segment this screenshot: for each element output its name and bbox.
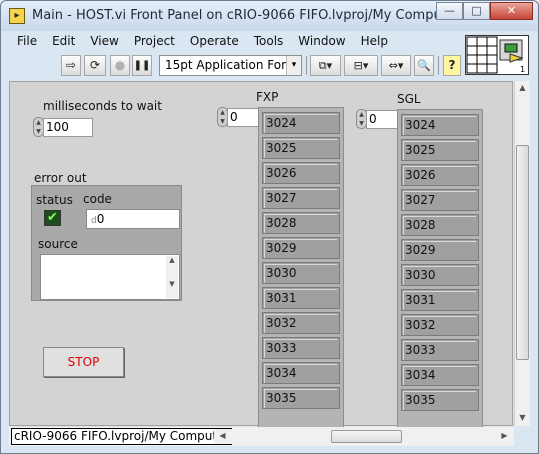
run-continuously-icon[interactable]: ⟳ xyxy=(84,55,106,76)
array-element: 3028 xyxy=(401,214,479,236)
array-element: 3032 xyxy=(262,312,340,334)
sgl-array-label: SGL xyxy=(397,92,421,106)
horizontal-scroll-thumb[interactable] xyxy=(331,430,402,443)
source-scrollbar[interactable]: ▲ ▼ xyxy=(166,256,178,298)
text-settings-label: 15pt Application Font xyxy=(165,58,294,72)
vertical-scrollbar[interactable]: ▲ ▼ xyxy=(514,81,530,426)
title-bar[interactable]: ▸ Main - HOST.vi Front Panel on cRIO-906… xyxy=(1,1,538,31)
code-label: code xyxy=(83,192,112,206)
scroll-right-icon[interactable]: ▶ xyxy=(497,431,512,440)
menu-window[interactable]: Window xyxy=(290,32,352,52)
array-element: 3026 xyxy=(262,162,340,184)
source-label: source xyxy=(38,237,78,251)
array-element: 3033 xyxy=(262,337,340,359)
array-element: 3027 xyxy=(401,189,479,211)
array-element: 3030 xyxy=(262,262,340,284)
horizontal-scrollbar[interactable]: ◀ ▶ xyxy=(214,429,514,444)
align-objects-icon[interactable]: ⧉▾ xyxy=(310,55,341,76)
menu-operate[interactable]: Operate xyxy=(182,32,246,52)
array-element: 3029 xyxy=(262,237,340,259)
fxp-array: 3024 3025 3026 3027 3028 3029 3030 3031 … xyxy=(258,107,344,437)
array-element: 3035 xyxy=(262,387,340,409)
milliseconds-value[interactable]: 100 xyxy=(43,118,93,137)
array-element: 3027 xyxy=(262,187,340,209)
fxp-index-control[interactable]: ▲ ▼ 0 xyxy=(217,107,259,127)
pause-icon[interactable]: ❚❚ xyxy=(132,55,152,76)
array-element: 3024 xyxy=(262,112,340,134)
menu-file[interactable]: File xyxy=(9,32,44,52)
array-element: 3033 xyxy=(401,339,479,361)
array-element: 3031 xyxy=(401,289,479,311)
error-out-label: error out xyxy=(34,171,87,185)
front-panel-window: ▸ Main - HOST.vi Front Panel on cRIO-906… xyxy=(0,0,539,454)
abort-execution-icon[interactable]: ● xyxy=(110,55,130,76)
vertical-scroll-thumb[interactable] xyxy=(516,145,529,360)
toolbar-separator xyxy=(306,56,307,75)
run-arrow-icon[interactable]: ⇨ xyxy=(61,55,81,76)
milliseconds-label: milliseconds to wait xyxy=(43,99,162,113)
milliseconds-control[interactable]: ▲ ▼ 100 xyxy=(33,117,93,137)
resize-objects-icon[interactable]: ⇔▾ xyxy=(381,55,411,76)
array-element: 3031 xyxy=(262,287,340,309)
source-indicator: ▲ ▼ xyxy=(40,254,180,300)
maximize-button[interactable]: □ xyxy=(463,2,490,20)
code-indicator: d0 xyxy=(86,209,180,229)
array-element: 3029 xyxy=(401,239,479,261)
array-element: 3030 xyxy=(401,264,479,286)
menu-project[interactable]: Project xyxy=(126,32,182,52)
source-value xyxy=(41,255,179,259)
array-element: 3034 xyxy=(262,362,340,384)
sgl-array: 3024 3025 3026 3027 3028 3029 3030 3031 … xyxy=(397,109,483,439)
close-button[interactable]: ✕ xyxy=(490,2,533,20)
array-element: 3035 xyxy=(401,389,479,411)
application-instance-label[interactable]: cRIO-9066 FIFO.lvproj/My Computer xyxy=(11,428,233,445)
array-element: 3028 xyxy=(262,212,340,234)
menu-bar: File Edit View Project Operate Tools Win… xyxy=(9,32,463,52)
code-value: 0 xyxy=(96,212,105,226)
chevron-down-icon: ▾ xyxy=(286,56,301,75)
scroll-up-icon[interactable]: ▲ xyxy=(515,83,530,92)
array-element: 3025 xyxy=(401,139,479,161)
window-controls: — □ ✕ xyxy=(436,2,533,20)
toolbar: ⇨ ⟳ ● ❚❚ 15pt Application Font ▾ ⧉▾ ⊟▾ ⇔… xyxy=(9,54,463,78)
array-element: 3026 xyxy=(401,164,479,186)
window-title: Main - HOST.vi Front Panel on cRIO-9066 … xyxy=(32,8,461,23)
fxp-index-value[interactable]: 0 xyxy=(227,108,259,127)
array-element: 3025 xyxy=(262,137,340,159)
text-settings-dropdown[interactable]: 15pt Application Font ▾ xyxy=(159,55,302,76)
menu-view[interactable]: View xyxy=(82,32,125,52)
status-bar: cRIO-9066 FIFO.lvproj/My Computer ◀ ▶ xyxy=(9,427,514,446)
sgl-index-control[interactable]: ▲ ▼ 0 xyxy=(356,109,398,129)
toolbar-separator xyxy=(438,56,439,75)
array-element: 3034 xyxy=(401,364,479,386)
connector-pane-icon[interactable]: 1 xyxy=(465,35,529,75)
sgl-index-value[interactable]: 0 xyxy=(366,110,398,129)
menu-tools[interactable]: Tools xyxy=(246,32,291,52)
menu-edit[interactable]: Edit xyxy=(44,32,82,52)
array-element: 3024 xyxy=(401,114,479,136)
minimize-button[interactable]: — xyxy=(436,2,463,20)
svg-text:1: 1 xyxy=(520,65,525,74)
array-element: 3032 xyxy=(401,314,479,336)
scroll-left-icon[interactable]: ◀ xyxy=(215,431,230,440)
checkmark-icon: ✔ xyxy=(47,210,58,225)
menu-help[interactable]: Help xyxy=(353,32,395,52)
labview-vi-icon: ▸ xyxy=(9,8,25,24)
distribute-objects-icon[interactable]: ⊟▾ xyxy=(344,55,378,76)
status-label: status xyxy=(36,193,73,207)
connector-pane-grid-icon: 1 xyxy=(466,36,525,74)
search-icon[interactable]: 🔍 xyxy=(414,55,434,76)
scroll-down-icon[interactable]: ▼ xyxy=(515,413,530,422)
stop-button[interactable]: STOP xyxy=(43,347,124,377)
fxp-array-label: FXP xyxy=(256,90,279,104)
context-help-icon[interactable]: ? xyxy=(443,55,461,76)
